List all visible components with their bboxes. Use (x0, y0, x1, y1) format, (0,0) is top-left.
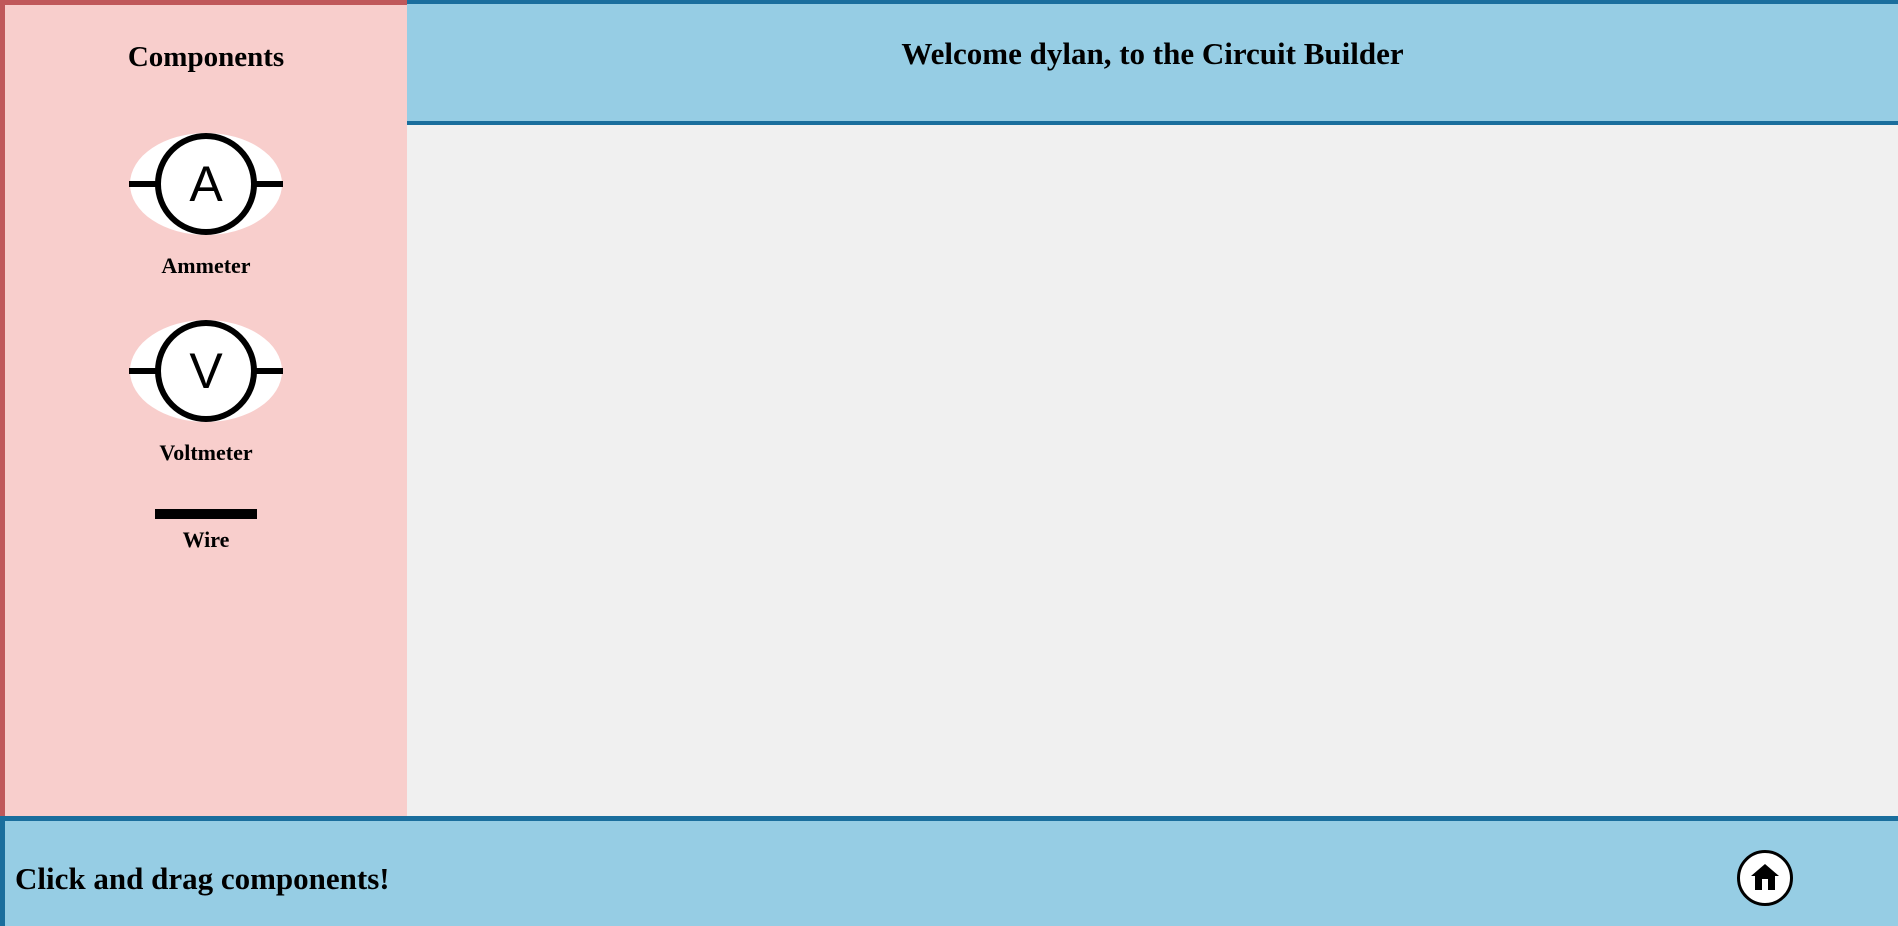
page-header: Welcome dylan, to the Circuit Builder (407, 0, 1898, 125)
ammeter-label: Ammeter (161, 253, 251, 278)
wire-label: Wire (182, 527, 230, 552)
page-footer: Click and drag components! (0, 816, 1898, 926)
ammeter-component[interactable]: A Ammeter (5, 131, 407, 279)
home-button[interactable] (1737, 850, 1793, 906)
svg-text:V: V (189, 343, 223, 399)
wire-icon (155, 509, 257, 519)
ammeter-icon: A (129, 133, 283, 235)
voltmeter-icon: V (129, 320, 283, 422)
svg-text:A: A (189, 156, 223, 212)
components-sidebar: Components A Ammeter V Voltmeter Wire (0, 0, 412, 821)
voltmeter-component[interactable]: V Voltmeter (5, 318, 407, 466)
sidebar-title: Components (127, 41, 285, 73)
circuit-canvas[interactable] (407, 125, 1898, 816)
footer-instruction: Click and drag components! (15, 861, 390, 896)
page-title: Welcome dylan, to the Circuit Builder (901, 36, 1404, 71)
wire-component[interactable]: Wire (5, 509, 407, 553)
home-icon (1751, 864, 1779, 890)
voltmeter-label: Voltmeter (159, 440, 253, 465)
